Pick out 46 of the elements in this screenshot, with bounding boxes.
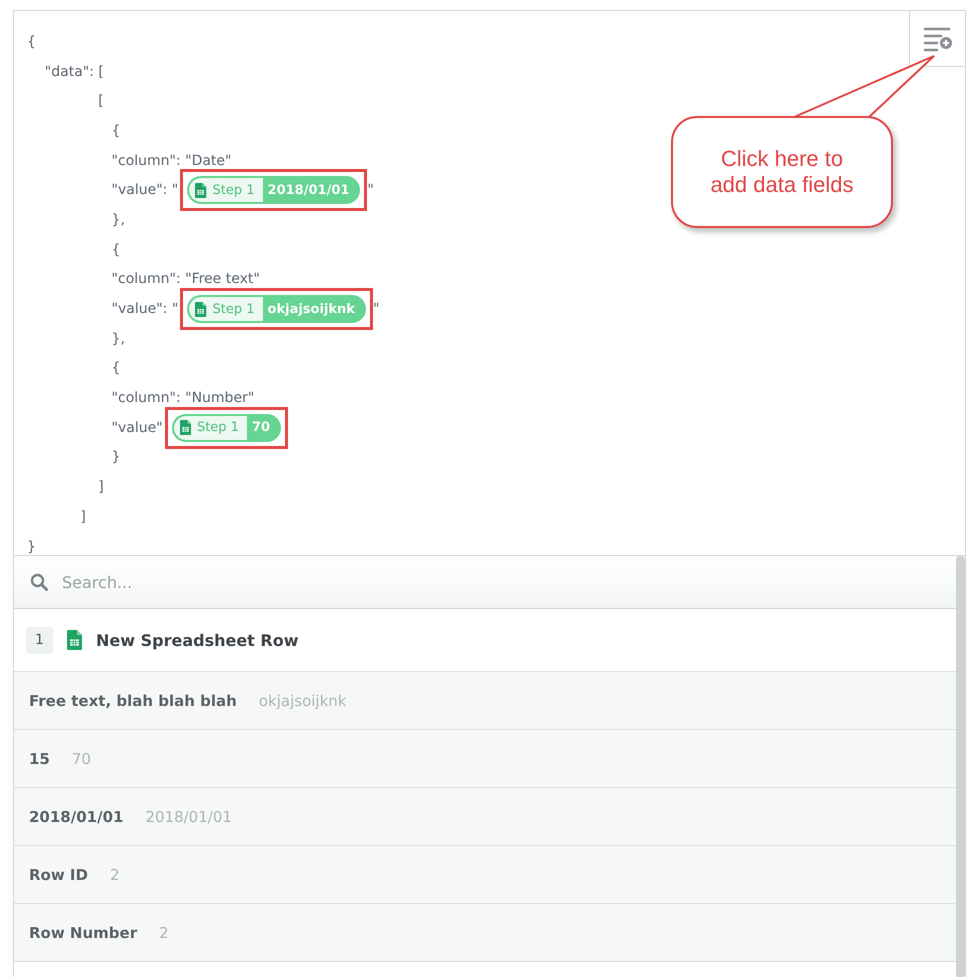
field-label: 2018/01/01 bbox=[29, 808, 124, 826]
code-text: } bbox=[110, 449, 120, 466]
code-text: { bbox=[110, 242, 120, 258]
field-label: Row Number bbox=[29, 924, 138, 942]
code-text: ] bbox=[97, 479, 104, 496]
code-text: "column": "Free text" bbox=[110, 271, 260, 288]
code-text: "value" bbox=[110, 420, 163, 436]
code-text: } bbox=[27, 538, 36, 555]
add-field-button[interactable] bbox=[909, 10, 966, 67]
code-text: { bbox=[27, 34, 36, 50]
code-text: [ bbox=[97, 93, 104, 110]
field-value: 70 bbox=[72, 750, 91, 768]
field-label: 15 bbox=[29, 750, 50, 768]
field-option[interactable]: 2018/01/01 2018/01/01 bbox=[14, 788, 956, 846]
field-value: 2 bbox=[110, 866, 120, 884]
field-option[interactable]: Row ID 2 bbox=[14, 846, 956, 904]
code-text: { bbox=[110, 360, 120, 376]
code-text: }, bbox=[110, 212, 125, 228]
code-text: "column": "Date" bbox=[110, 152, 232, 169]
field-value: okjajsoijknk bbox=[258, 692, 346, 710]
list-plus-icon bbox=[922, 26, 952, 52]
spreadsheet-icon bbox=[67, 630, 82, 650]
field-label: Row ID bbox=[29, 866, 88, 884]
field-option[interactable]: Row Number 2 bbox=[14, 904, 956, 962]
step-number: 1 bbox=[26, 626, 53, 654]
field-option[interactable]: Free text, blah blah blah okjajsoijknk bbox=[14, 672, 956, 730]
search-field[interactable]: Search... bbox=[60, 572, 940, 592]
field-option[interactable]: 15 70 bbox=[14, 730, 956, 788]
code-text: "value": " bbox=[110, 182, 178, 198]
code-text: " bbox=[372, 301, 380, 318]
code-text: { bbox=[110, 122, 120, 139]
search-icon bbox=[30, 573, 48, 591]
spreadsheet-icon bbox=[195, 182, 207, 198]
spreadsheet-icon bbox=[180, 420, 191, 436]
code-text: "data": [ bbox=[44, 64, 104, 80]
code-text: "value": " bbox=[110, 301, 178, 318]
field-value: 2018/01/01 bbox=[145, 808, 232, 826]
spreadsheet-icon bbox=[195, 302, 207, 317]
code-text: }, bbox=[110, 330, 125, 347]
code-text: "column": "Number" bbox=[110, 390, 254, 406]
scrollbar[interactable] bbox=[956, 556, 965, 977]
code-text: ] bbox=[79, 508, 86, 525]
field-label: Free text, blah blah blah bbox=[29, 692, 237, 710]
code-text: " bbox=[367, 182, 374, 198]
step-title: New Spreadsheet Row bbox=[96, 630, 298, 650]
field-value: 2 bbox=[159, 924, 169, 942]
